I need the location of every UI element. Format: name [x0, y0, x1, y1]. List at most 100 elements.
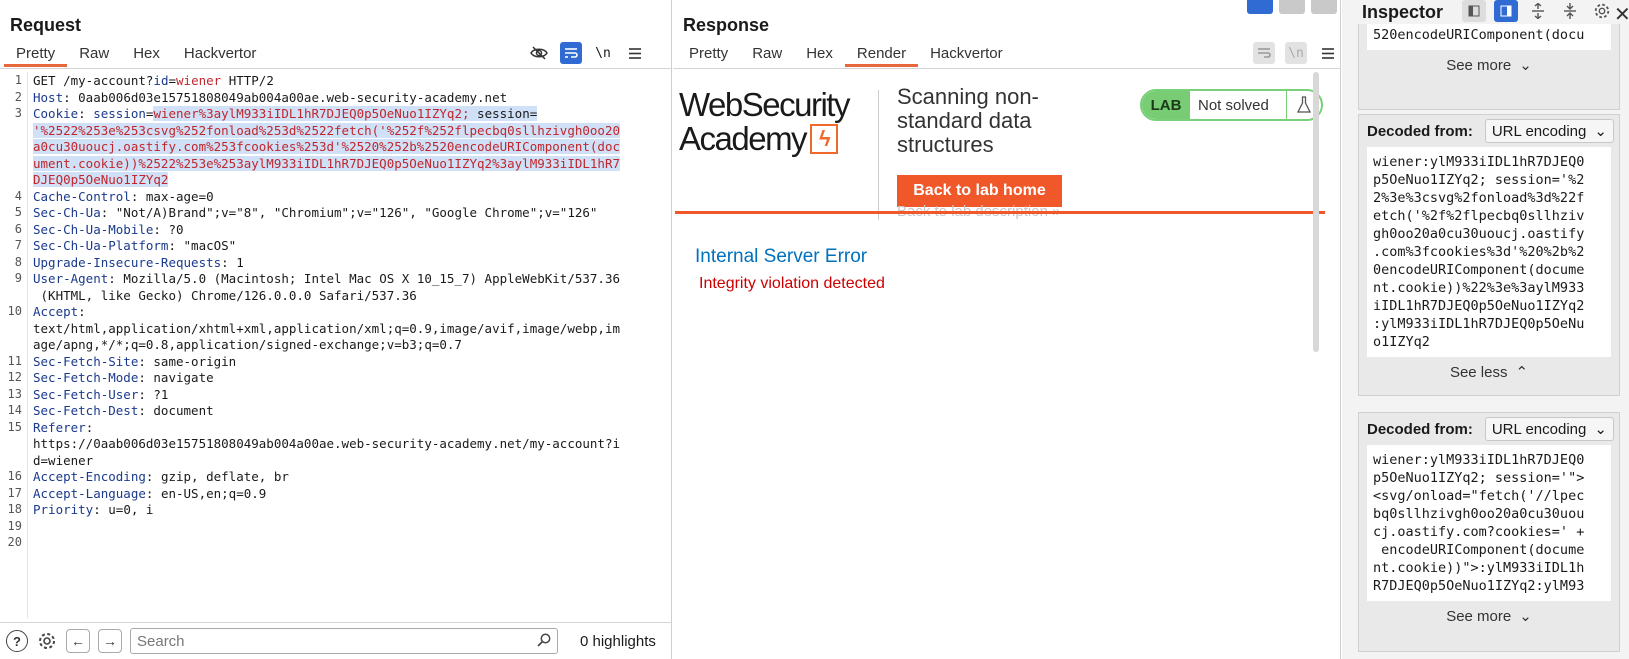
code-line[interactable]: Accept-Language: en-US,en;q=0.9 [33, 485, 266, 502]
code-token: Sec-Fetch-Dest [33, 403, 139, 418]
tab-hackvertor[interactable]: Hackvertor [918, 44, 1015, 67]
code-token: : u=0, i [93, 502, 154, 517]
line-number: 14 [7, 403, 22, 417]
code-line[interactable]: Priority: u=0, i [33, 501, 153, 518]
request-editor[interactable]: 1 GET /my-account?id=wiener HTTP/2 2 Host: … [0, 72, 672, 618]
code-token: = [168, 73, 177, 88]
code-line[interactable]: age/apng,*/*;q=0.8,application/signed-ex… [33, 336, 462, 353]
code-line[interactable]: Sec-Ch-Ua-Mobile: ?0 [33, 221, 184, 238]
collapse-all-icon[interactable] [1558, 0, 1582, 22]
line-number: 15 [7, 419, 22, 434]
code-token: Cache-Control [33, 188, 131, 204]
tab-hackvertor[interactable]: Hackvertor [172, 44, 269, 67]
code-token: : "Not/A)Brand";v="8", "Chromium";v="126… [100, 205, 598, 220]
code-token: Sec-Ch-Ua-Platform [33, 238, 169, 253]
code-line[interactable]: text/html,application/xhtml+xml,applicat… [33, 320, 620, 337]
encoding-dropdown[interactable]: URL encoding ⌄ [1484, 119, 1614, 143]
code-token: ument.cookie))%2522%253e%253aylM933iIDL1… [33, 155, 620, 171]
code-line[interactable]: Upgrade-Insecure-Requests: 1 [33, 254, 244, 271]
layout-panel-icon[interactable] [1494, 0, 1518, 22]
code-token: : document [138, 403, 214, 418]
hide-icon[interactable] [528, 42, 550, 64]
code-line[interactable]: Sec-Fetch-Dest: document [33, 402, 214, 419]
code-line[interactable]: d=wiener [33, 452, 93, 469]
code-line[interactable]: Sec-Fetch-Mode: navigate [33, 369, 214, 386]
code-token: wiener [176, 73, 222, 88]
code-token: Upgrade-Insecure-Requests [33, 254, 222, 270]
inspector-title: Inspector [1362, 2, 1444, 22]
tab-pretty[interactable]: Pretty [677, 44, 740, 67]
search-box[interactable] [130, 628, 558, 654]
tab-raw[interactable]: Raw [67, 44, 121, 67]
help-icon[interactable]: ? [6, 630, 28, 652]
settings-gear-icon[interactable] [36, 630, 58, 652]
code-line[interactable]: Cache-Control: max-age=0 [33, 188, 214, 205]
decoded-text[interactable]: wiener:ylM933iIDL1hR7DJEQ0 p5OeNuo1IZYq2… [1367, 147, 1611, 357]
request-footer: ? ← → 0 highlights [0, 622, 672, 659]
code-line[interactable]: DJEQ0p5OeNuo1IZYq2 [33, 171, 169, 188]
next-arrow-icon[interactable]: → [98, 629, 122, 653]
expand-all-icon[interactable] [1526, 0, 1550, 22]
code-token: GET /my-account? [33, 73, 154, 88]
code-line[interactable]: Sec-Ch-Ua-Platform: "macOS" [33, 237, 236, 254]
newline-icon[interactable]: \n [592, 42, 614, 64]
response-title: Response [683, 15, 770, 35]
tab-raw[interactable]: Raw [740, 44, 794, 67]
line-number: 5 [14, 205, 22, 219]
tab-pretty[interactable]: Pretty [4, 44, 68, 67]
see-more-button[interactable]: See more ⌄ [1359, 601, 1619, 631]
wrap-lines-icon[interactable] [1253, 42, 1275, 64]
chevron-down-icon: ⌄ [1519, 608, 1532, 625]
chevron-up-icon: ⌃ [1515, 364, 1529, 381]
see-less-button[interactable]: See less ⌃ [1359, 357, 1619, 387]
decoded-from-label: Decoded from: [1367, 122, 1473, 140]
code-line[interactable]: Sec-Ch-Ua: "Not/A)Brand";v="8", "Chromiu… [33, 204, 597, 221]
code-line[interactable]: ument.cookie))%2522%253e%253aylM933iIDL1… [33, 155, 620, 172]
menu-icon[interactable] [624, 42, 646, 64]
code-line[interactable]: Host: 0aab006d03e15751808049ab004a00ae.w… [33, 89, 507, 106]
code-token: : max-age=0 [130, 188, 214, 204]
wrap-lines-icon[interactable] [560, 42, 582, 64]
tab-render[interactable]: Render [844, 44, 919, 67]
search-input[interactable] [137, 632, 517, 650]
menu-icon[interactable] [1317, 42, 1339, 64]
code-line[interactable]: https://0aab006d03e15751808049ab004a00ae… [33, 435, 620, 452]
code-line[interactable]: Sec-Fetch-Site: same-origin [33, 353, 236, 370]
encoding-dropdown[interactable]: URL encoding ⌄ [1484, 417, 1614, 441]
chevron-down-icon: ⌄ [1594, 421, 1607, 438]
response-pane: Response Pretty Raw Hex Render Hackverto… [673, 0, 1341, 659]
code-line[interactable]: User-Agent: Mozilla/5.0 (Macintosh; Inte… [33, 270, 620, 287]
divider [878, 90, 879, 220]
code-token: age/apng,*/*;q=0.8,application/signed-ex… [33, 337, 462, 352]
inspector-pane: Inspector ✕ 520encodeURIComponent(docu S… [1342, 0, 1629, 659]
scrollbar[interactable] [1313, 72, 1319, 352]
code-line[interactable]: GET /my-account?id=wiener HTTP/2 [33, 72, 274, 89]
code-token: User-Agent [33, 271, 109, 286]
code-line[interactable]: (KHTML, like Gecko) Chrome/126.0.0.0 Saf… [33, 287, 417, 304]
code-token: session= [477, 106, 538, 121]
code-token: : en-US,en;q=0.9 [145, 485, 267, 501]
lab-label: LAB [1142, 91, 1190, 119]
code-line[interactable]: Sec-Fetch-User: ?1 [33, 386, 168, 403]
tab-hex[interactable]: Hex [794, 44, 845, 67]
code-token: Cookie [33, 106, 79, 121]
code-token: Sec-Fetch-Site [33, 353, 139, 369]
newline-icon[interactable]: \n [1285, 42, 1307, 64]
search-icon[interactable] [537, 633, 551, 650]
code-line[interactable]: a0cu30uoucj.oastify.com%253fcookies%253d… [33, 138, 620, 155]
code-line[interactable]: Accept: [33, 303, 86, 320]
tab-hex[interactable]: Hex [121, 44, 172, 67]
inspector-toolbar [1462, 0, 1614, 22]
code-token: Host [33, 89, 64, 105]
see-more-button[interactable]: See more ⌄ [1359, 50, 1619, 80]
layout-list-icon[interactable] [1462, 0, 1486, 22]
settings-gear-icon[interactable] [1590, 0, 1614, 22]
tabs-divider [673, 68, 1340, 69]
code-line[interactable]: '%2522%253e%253csvg%252fonload%253d%2522… [33, 122, 620, 139]
code-line[interactable]: Accept-Encoding: gzip, deflate, br [33, 468, 289, 485]
code-token: : same-origin [138, 353, 237, 369]
code-line[interactable]: Referer: [33, 419, 93, 436]
decoded-text[interactable]: wiener:ylM933iIDL1hR7DJEQ0 p5OeNuo1IZYq2… [1367, 445, 1611, 601]
previous-arrow-icon[interactable]: ← [66, 629, 90, 653]
code-line[interactable]: Cookie: session=wiener%3aylM933iIDL1hR7D… [33, 105, 538, 122]
